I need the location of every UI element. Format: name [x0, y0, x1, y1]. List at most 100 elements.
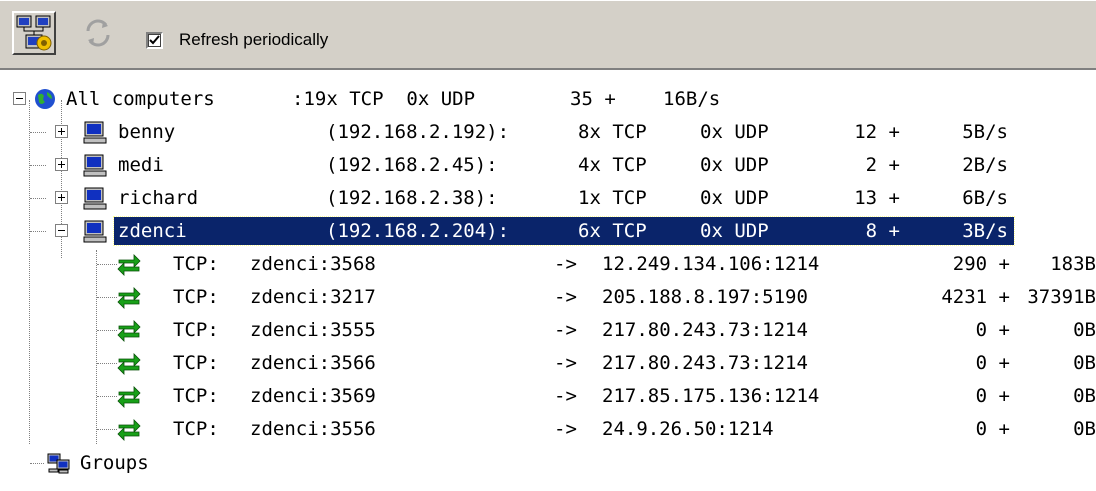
refresh-periodically-label[interactable]: Refresh periodically [179, 30, 328, 50]
computer-tcp: 8x TCP [578, 121, 647, 143]
computer-name: richard [118, 187, 199, 209]
tree-node-computer[interactable]: richard (192.168.2.38): 1x TCP 0x UDP 13… [0, 183, 1096, 213]
connection-local: zdenci:3569 [250, 385, 376, 407]
connection-traffic-in: 0 + [975, 319, 1010, 341]
refresh-periodically-checkbox[interactable] [146, 32, 163, 49]
tree-node-computer-selected[interactable]: zdenci (192.168.2.204): 6x TCP 0x UDP 8 … [0, 216, 1096, 246]
globe-icon [35, 89, 55, 109]
computer-traffic-in: 13 + [854, 187, 900, 209]
computer-traffic-in: 12 + [854, 121, 900, 143]
connection-remote: 12.249.134.106:1214 [602, 253, 820, 275]
computer-icon [83, 220, 107, 243]
connection-tree[interactable]: All computers :19x TCP 0x UDP 35 + 16B/s… [0, 72, 1096, 491]
connection-arrow: -> [554, 418, 577, 440]
connection-row[interactable]: TCP: zdenci:3555 -> 217.80.243.73:1214 0… [0, 315, 1096, 345]
connection-bytes: 0B [1073, 385, 1096, 407]
connection-arrow: -> [554, 352, 577, 374]
connection-arrows-icon [117, 254, 141, 276]
connection-proto: TCP: [173, 418, 219, 440]
connection-arrow: -> [554, 385, 577, 407]
root-label: All computers [66, 88, 215, 110]
connection-traffic-in: 0 + [975, 385, 1010, 407]
computer-icon [83, 121, 107, 144]
computer-udp: 0x UDP [700, 187, 769, 209]
connection-row[interactable]: TCP: zdenci:3217 -> 205.188.8.197:5190 4… [0, 282, 1096, 312]
connection-proto: TCP: [173, 385, 219, 407]
computer-name: zdenci [118, 220, 187, 242]
computer-udp: 0x UDP [700, 121, 769, 143]
connection-local: zdenci:3568 [250, 253, 376, 275]
tree-node-computer[interactable]: benny (192.168.2.192): 8x TCP 0x UDP 12 … [0, 117, 1096, 147]
computer-rate: 2B/s [962, 154, 1008, 176]
computer-icon [83, 187, 107, 210]
root-traffic-rate: 16B/s [663, 88, 721, 110]
connection-arrows-icon [117, 386, 141, 408]
computer-ip: (192.168.2.45): [326, 154, 498, 176]
connection-row[interactable]: TCP: zdenci:3568 -> 12.249.134.106:1214 … [0, 249, 1096, 279]
expand-icon[interactable] [55, 125, 68, 138]
computer-tcp: 1x TCP [578, 187, 647, 209]
connection-traffic-in: 0 + [975, 418, 1010, 440]
connection-arrows-icon [117, 320, 141, 342]
computer-ip: (192.168.2.38): [326, 187, 498, 209]
computer-rate: 3B/s [962, 220, 1008, 242]
connection-row[interactable]: TCP: zdenci:3569 -> 217.85.175.136:1214 … [0, 381, 1096, 411]
expand-icon[interactable] [55, 158, 68, 171]
connection-bytes: 37391B [1027, 286, 1096, 308]
tree-node-all-computers[interactable]: All computers :19x TCP 0x UDP 35 + 16B/s [0, 84, 1096, 114]
collapse-icon[interactable] [55, 224, 68, 237]
connection-arrows-icon [117, 353, 141, 375]
connection-proto: TCP: [173, 352, 219, 374]
connection-remote: 217.80.243.73:1214 [602, 319, 808, 341]
computer-udp: 0x UDP [700, 154, 769, 176]
expand-icon[interactable] [55, 191, 68, 204]
connection-arrow: -> [554, 253, 577, 275]
network-settings-icon [16, 15, 52, 51]
connection-bytes: 183B [1050, 253, 1096, 275]
computer-rate: 5B/s [962, 121, 1008, 143]
checkmark-icon [149, 35, 160, 45]
connection-remote: 24.9.26.50:1214 [602, 418, 774, 440]
connection-remote: 217.85.175.136:1214 [602, 385, 820, 407]
computer-tcp: 6x TCP [578, 220, 647, 242]
collapse-icon[interactable] [13, 92, 26, 105]
groups-label: Groups [80, 452, 149, 474]
root-traffic-in: 35 + [570, 88, 616, 110]
computer-name: benny [118, 121, 176, 143]
computer-icon [83, 154, 107, 177]
network-settings-button[interactable] [12, 11, 56, 55]
connection-remote: 217.80.243.73:1214 [602, 352, 808, 374]
connection-bytes: 0B [1073, 418, 1096, 440]
connection-arrow: -> [554, 319, 577, 341]
computer-ip: (192.168.2.204): [326, 220, 510, 242]
computer-ip: (192.168.2.192): [326, 121, 510, 143]
connection-arrows-icon [117, 287, 141, 309]
connection-traffic-in: 4231 + [941, 286, 1010, 308]
connection-arrow: -> [554, 286, 577, 308]
root-summary: :19x TCP 0x UDP [292, 88, 476, 110]
computer-traffic-in: 2 + [865, 154, 900, 176]
connection-proto: TCP: [173, 286, 219, 308]
computer-traffic-in: 8 + [865, 220, 900, 242]
computer-udp: 0x UDP [700, 220, 769, 242]
connection-local: zdenci:3217 [250, 286, 376, 308]
connection-remote: 205.188.8.197:5190 [602, 286, 808, 308]
connection-traffic-in: 0 + [975, 352, 1010, 374]
refresh-icon [86, 19, 110, 47]
connection-local: zdenci:3556 [250, 418, 376, 440]
connection-local: zdenci:3555 [250, 319, 376, 341]
tree-node-computer[interactable]: medi (192.168.2.45): 4x TCP 0x UDP 2 + 2… [0, 150, 1096, 180]
connection-traffic-in: 290 + [952, 253, 1010, 275]
tree-node-groups[interactable]: Groups [0, 448, 1096, 478]
connection-row[interactable]: TCP: zdenci:3556 -> 24.9.26.50:1214 0 + … [0, 414, 1096, 444]
computer-tcp: 4x TCP [578, 154, 647, 176]
groups-icon [47, 453, 70, 474]
connection-local: zdenci:3566 [250, 352, 376, 374]
connection-proto: TCP: [173, 319, 219, 341]
connection-row[interactable]: TCP: zdenci:3566 -> 217.80.243.73:1214 0… [0, 348, 1096, 378]
connection-bytes: 0B [1073, 319, 1096, 341]
refresh-button[interactable] [76, 11, 120, 55]
computer-name: medi [118, 154, 164, 176]
connection-arrows-icon [117, 419, 141, 441]
connection-proto: TCP: [173, 253, 219, 275]
